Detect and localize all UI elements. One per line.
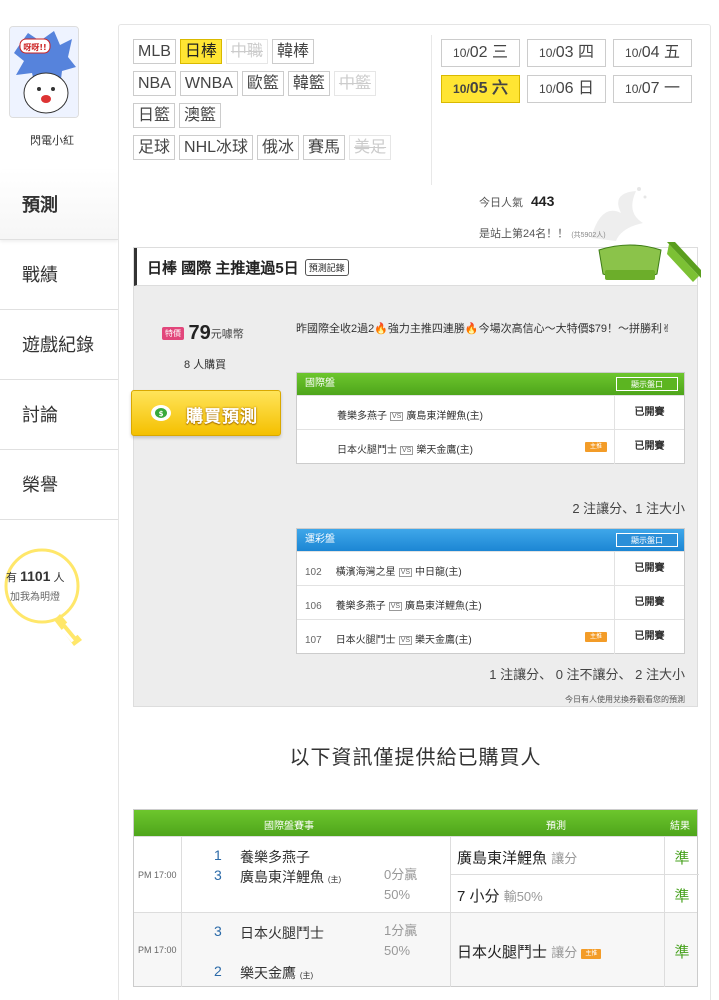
table-row: 日本火腿鬥士 VS 樂天金鷹(主) 主推 已開賽 <box>297 429 684 464</box>
sidebar-item-discussion[interactable]: 討論 <box>0 380 118 450</box>
results-header: 國際盤賽事 預測 結果 <box>134 810 697 836</box>
prediction-panel: 日棒 國際 主推連過5日預測記錄 特價 79元噱幣 8 人購買 $ 購買預測 <box>131 242 701 707</box>
league-wnba[interactable]: WNBA <box>179 71 238 96</box>
avatar[interactable]: 呀呀!! <box>9 26 81 122</box>
league-khl[interactable]: 俄冰 <box>257 135 300 160</box>
intl-summary: 2 注讓分、1 注大小 <box>572 501 685 516</box>
league-soccer[interactable]: 足球 <box>133 135 176 160</box>
site-rank: 是站上第24名！！ (共5902人) <box>479 228 606 240</box>
lottery-odds-header: 運彩盤 顯示盤口 <box>297 529 684 551</box>
league-cpbl: 中職 <box>225 39 268 64</box>
intl-show-odds-button[interactable]: 顯示盤口 <box>616 377 678 391</box>
league-filter: MLB 日棒 中職 韓棒 NBA WNBA 歐籃 韓籃 中籃 日籃 澳籃 足球 … <box>133 39 433 167</box>
result-correct: 準 <box>674 850 690 867</box>
lottery-show-odds-button[interactable]: 顯示盤口 <box>616 533 678 547</box>
results-table: 國際盤賽事 預測 結果 PM 17:00 1 養樂多燕子 3 廣島東洋鯉魚 (主… <box>133 809 699 987</box>
follow-cta: 加我為明燈 <box>10 592 60 603</box>
table-row: 養樂多燕子 VS 廣島東洋鯉魚(主) 已開賽 <box>297 395 684 430</box>
sidebar-item-honor[interactable]: 榮譽 <box>0 450 118 520</box>
filter-divider <box>431 35 432 185</box>
coin-icon: $ <box>151 405 171 421</box>
date-tab-1004[interactable]: 10/04 五 <box>613 39 692 67</box>
user-name[interactable]: 閃電小紅 <box>0 132 104 148</box>
main-pick-tag: 主推 <box>585 442 607 452</box>
league-cba: 中籃 <box>333 71 376 96</box>
sidebar-item-record[interactable]: 戰績 <box>0 240 118 310</box>
league-euro-basketball[interactable]: 歐籃 <box>241 71 284 96</box>
intl-odds-table: 國際盤 顯示盤口 養樂多燕子 VS 廣島東洋鯉魚(主) 已開賽 日本火腿鬥士 VS 樂天… <box>296 372 685 464</box>
svg-text:$: $ <box>159 410 164 418</box>
buy-prediction-button[interactable]: $ 購買預測 <box>131 390 281 436</box>
main-panel: MLB 日棒 中職 韓棒 NBA WNBA 歐籃 韓籃 中籃 日籃 澳籃 足球 … <box>118 24 711 1000</box>
league-horse-racing[interactable]: 賽馬 <box>303 135 346 160</box>
league-kbl[interactable]: 韓籃 <box>287 71 330 96</box>
sidebar-item-prediction[interactable]: 預測 <box>0 170 118 240</box>
date-tab-1003[interactable]: 10/03 四 <box>527 39 606 67</box>
main-pick-tag: 主推 <box>585 632 607 642</box>
league-kbo[interactable]: 韓棒 <box>271 39 314 64</box>
sidebar: 呀呀!! 閃電小紅 預測 戰績 遊戲紀錄 討論 榮譽 有 1101 人 加我為明… <box>0 0 118 1000</box>
banker-killer-badge-icon <box>598 244 662 280</box>
table-row: PM 17:00 1 養樂多燕子 3 廣島東洋鯉魚 (主) 0分贏 50% 廣島… <box>134 836 699 913</box>
date-tab-1002[interactable]: 10/02 三 <box>441 39 520 67</box>
sidebar-item-game-log[interactable]: 遊戲紀錄 <box>0 310 118 380</box>
prediction-log-button[interactable]: 預測記錄 <box>304 258 349 276</box>
prediction-description: 昨國際全收2過2🔥強力主推四連勝🔥今場次高信心～大特價$79！～拼勝利✌ <box>296 323 672 335</box>
buyer-count: 8 人購買 <box>184 359 227 371</box>
table-row: PM 17:00 3 日本火腿鬥士 2 樂天金鷹 (主) 1分贏 50% 日本火… <box>134 912 697 987</box>
league-nba[interactable]: NBA <box>133 71 176 96</box>
sale-tag: 特價 <box>162 327 184 340</box>
side-menu: 預測 戰績 遊戲紀錄 討論 榮譽 <box>0 170 118 520</box>
voucher-note: 今日有人使用兌換券觀看您的預測 <box>565 695 685 704</box>
league-mlb[interactable]: MLB <box>133 39 176 64</box>
league-nbl[interactable]: 澳籃 <box>179 103 222 128</box>
prediction-header: 日棒 國際 主推連過5日 預測記錄 <box>134 242 701 286</box>
svg-text:呀呀!!: 呀呀!! <box>23 43 46 52</box>
price: 特價 79元噱幣 <box>162 322 244 345</box>
league-nhl[interactable]: NHL冰球 <box>179 135 254 160</box>
date-tab-1006[interactable]: 10/06 日 <box>527 75 606 103</box>
date-tab-1005[interactable]: 10/05 六 <box>441 75 520 103</box>
date-picker: 10/02 三 10/03 四 10/04 五 10/05 六 10/06 日 … <box>441 39 701 111</box>
result-correct: 準 <box>674 944 690 961</box>
date-tab-1007[interactable]: 10/07 一 <box>613 75 692 103</box>
prediction-title: 日棒 國際 主推連過5日 預測記錄 <box>147 257 349 278</box>
table-row: 106 養樂多燕子 VS 廣島東洋鯉魚(主) 已開賽 <box>297 585 684 620</box>
table-row: 107 日本火腿鬥士 VS 樂天金鷹(主) 主推 已開賽 <box>297 619 684 654</box>
follow-lamp-widget[interactable]: 有 1101 人 加我為明燈 <box>4 548 104 648</box>
buyers-only-title: 以下資訊僅提供給已購買人 <box>289 747 542 769</box>
league-nfl: 美足 <box>349 135 392 160</box>
lottery-summary: 1 注讓分、 0 注不讓分、 2 注大小 <box>489 667 685 682</box>
league-npb[interactable]: 日棒 <box>179 39 222 64</box>
ribbon-icon <box>667 242 701 282</box>
popularity: 今日人氣 443 <box>479 193 555 209</box>
table-row: 102 橫濱海灣之星 VS 中日龍(主) 已開賽 <box>297 551 684 586</box>
lottery-odds-table: 運彩盤 顯示盤口 102 橫濱海灣之星 VS 中日龍(主) 已開賽 106 養樂多燕子 V… <box>296 528 685 654</box>
intl-odds-header: 國際盤 顯示盤口 <box>297 373 684 395</box>
fans-count-text: 有 1101 人 <box>6 568 65 584</box>
avatar-image: 呀呀!! <box>10 27 78 117</box>
league-bleague[interactable]: 日籃 <box>133 103 176 128</box>
result-correct: 準 <box>674 888 690 905</box>
